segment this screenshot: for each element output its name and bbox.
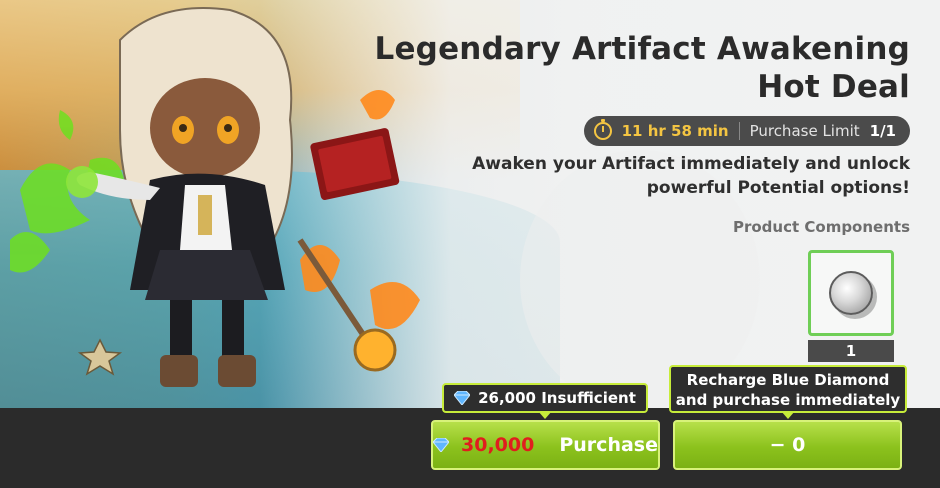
blue-diamond-icon [454, 391, 471, 405]
blue-diamond-icon [433, 438, 449, 452]
purchase-limit-label: Purchase Limit [749, 122, 860, 140]
offer-title-line-2: Hot Deal [757, 69, 910, 105]
silver-coin-icon [829, 271, 873, 315]
purchase-button-label: Purchase [559, 434, 658, 456]
purchase-button[interactable]: 30,000 Purchase [431, 420, 660, 470]
recharge-tooltip-line-1: Recharge Blue Diamond [686, 371, 890, 389]
recharge-button-label: − 0 [769, 434, 806, 456]
product-components-label: Product Components [732, 218, 910, 236]
purchase-limit-value: 1/1 [869, 122, 896, 140]
divider [738, 122, 740, 140]
recharge-tooltip: Recharge Blue Diamond and purchase immed… [669, 365, 907, 419]
recharge-and-purchase-button[interactable]: − 0 [673, 420, 902, 470]
offer-description: Awaken your Artifact immediately and unl… [472, 154, 910, 198]
offer-title: Legendary Artifact Awakening Hot Deal [350, 30, 910, 106]
stopwatch-icon [593, 119, 612, 140]
balance-text: 26,000 Insufficient [478, 389, 636, 407]
product-component-item[interactable] [808, 250, 894, 336]
recharge-tooltip-line-2: and purchase immediately [675, 391, 901, 409]
product-component-quantity: 1 [808, 340, 894, 362]
time-remaining: 11 hr 58 min [621, 122, 729, 140]
purchase-price: 30,000 [461, 434, 535, 456]
offer-info-bar: 11 hr 58 min Purchase Limit 1/1 [583, 116, 910, 146]
offer-title-line-1: Legendary Artifact Awakening [374, 31, 910, 67]
balance-insufficient-tooltip: 26,000 Insufficient [442, 383, 648, 419]
banner-background: Legendary Artifact Awakening Hot Deal 11… [0, 0, 940, 408]
